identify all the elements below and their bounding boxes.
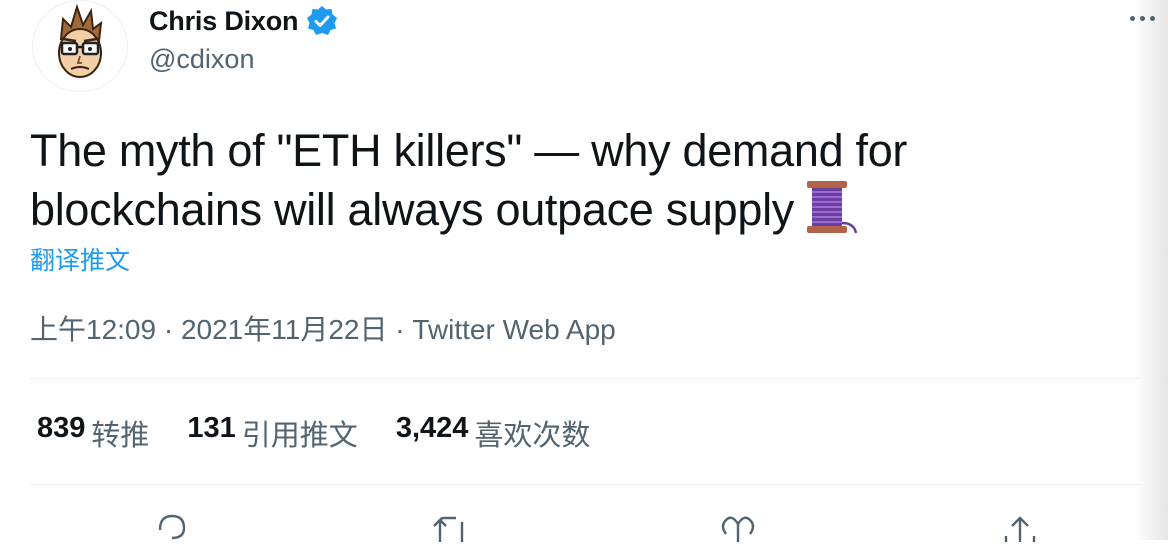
tweet-text-line-2-wrap: blockchains will always outpace supply	[30, 179, 1110, 248]
tweet-meta: 上午12:09 · 2021年11月22日 · Twitter Web App	[30, 308, 616, 348]
quote-tweets-stat[interactable]: 131 引用推文	[187, 412, 357, 454]
likes-label: 喜欢次数	[474, 420, 591, 452]
author-display-name[interactable]: Chris Dixon	[149, 6, 299, 37]
meta-separator: ·	[395, 314, 405, 345]
cartoon-face-avatar-icon	[58, 3, 103, 78]
verified-badge-icon	[305, 4, 339, 38]
quote-tweets-count: 131	[187, 412, 236, 444]
window-edge-shadow	[1134, 0, 1168, 540]
meta-separator: ·	[163, 314, 174, 345]
author-name-row[interactable]: Chris Dixon	[149, 4, 339, 38]
retweet-icon[interactable]	[432, 512, 472, 542]
quote-tweets-label: 引用推文	[241, 420, 358, 452]
likes-stat[interactable]: 3,424 喜欢次数	[396, 412, 591, 454]
tweet-source[interactable]: Twitter Web App	[412, 314, 615, 345]
retweets-label: 转推	[91, 420, 150, 452]
tweet-text-line-2: blockchains will always outpace supply	[30, 184, 794, 235]
engagement-stats: 839 转推 131 引用推文 3,424 喜欢次数	[37, 412, 628, 454]
tweet-time[interactable]: 上午12:09	[30, 314, 156, 345]
retweets-count: 839	[37, 412, 86, 444]
spool-of-thread-emoji-icon	[804, 179, 860, 248]
divider	[30, 484, 1140, 485]
author-handle[interactable]: @cdixon	[149, 44, 254, 75]
reply-icon[interactable]	[152, 512, 192, 542]
avatar[interactable]	[32, 0, 128, 92]
like-icon[interactable]	[718, 512, 758, 542]
retweets-stat[interactable]: 839 转推	[37, 412, 149, 454]
share-icon[interactable]	[1000, 512, 1040, 542]
divider	[30, 378, 1140, 379]
tweet-text-line-1: The myth of "ETH killers" — why demand f…	[30, 125, 908, 176]
translate-tweet-link[interactable]: 翻译推文	[30, 241, 130, 277]
likes-count: 3,424	[395, 412, 469, 444]
tweet-date[interactable]: 2021年11月22日	[181, 314, 388, 345]
more-options-icon[interactable]	[1124, 6, 1160, 30]
tweet-text: The myth of "ETH killers" — why demand f…	[30, 122, 1110, 248]
